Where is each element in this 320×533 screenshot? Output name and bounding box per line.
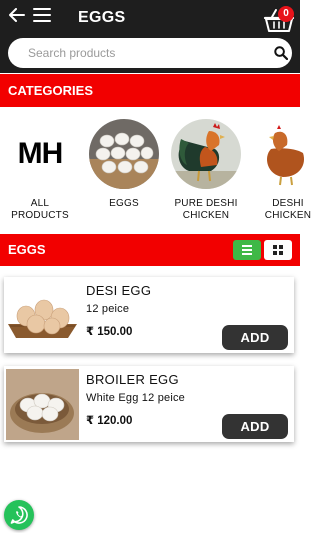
back-arrow-icon[interactable] [9,8,25,22]
cart-count-badge: 0 [278,6,294,22]
product-description: White Egg 12 peice [86,392,185,404]
category-image-pure-deshi-chicken [171,119,241,189]
product-price: ₹ 150.00 [86,326,133,338]
category-item-pure-deshi-chicken[interactable]: PURE DESHI CHICKEN [171,119,241,222]
category-label: EGGS [109,198,139,209]
category-image-all-products: MH [5,119,75,189]
category-label: PURE DESHI CHICKEN [174,198,238,221]
category-image-eggs [89,119,159,189]
categories-title: CATEGORIES [8,83,93,98]
product-name: DESI EGG [86,283,152,298]
search-placeholder: Search products [28,46,116,60]
whatsapp-button[interactable] [4,500,34,530]
category-item-all-products[interactable]: MH ALL PRODUCTS [5,119,75,222]
category-logo-text: MH [17,137,64,170]
categories-header: CATEGORIES [0,74,300,107]
grid-view-button[interactable] [264,240,292,260]
product-image-desi-egg [6,280,79,351]
add-to-cart-button[interactable]: ADD [222,414,288,439]
category-item-deshi-chicken[interactable]: DESHI CHICKEN [253,119,320,222]
list-view-icon [242,245,252,255]
products-section-title: EGGS [8,242,46,257]
search-input[interactable]: Search products [8,38,292,68]
page-title: EGGS [78,9,126,26]
grid-view-icon [273,245,283,255]
product-image-broiler-egg [6,369,79,440]
product-card: BROILER EGG White Egg 12 peice ₹ 120.00 … [4,366,294,442]
app-header: EGGS 0 Search products [0,0,300,73]
category-label: DESHI CHICKEN [264,198,312,221]
category-label: ALL PRODUCTS [11,198,69,221]
category-item-eggs[interactable]: EGGS [89,119,159,210]
add-to-cart-button[interactable]: ADD [222,325,288,350]
product-name: BROILER EGG [86,372,179,387]
list-view-button[interactable] [233,240,261,260]
whatsapp-icon [10,506,28,524]
hamburger-menu-icon[interactable] [33,8,51,22]
product-card: DESI EGG 12 peice ₹ 150.00 ADD [4,277,294,353]
search-icon[interactable] [274,46,288,60]
category-image-deshi-chicken [253,119,320,189]
product-price: ₹ 120.00 [86,415,133,427]
product-description: 12 peice [86,303,130,315]
